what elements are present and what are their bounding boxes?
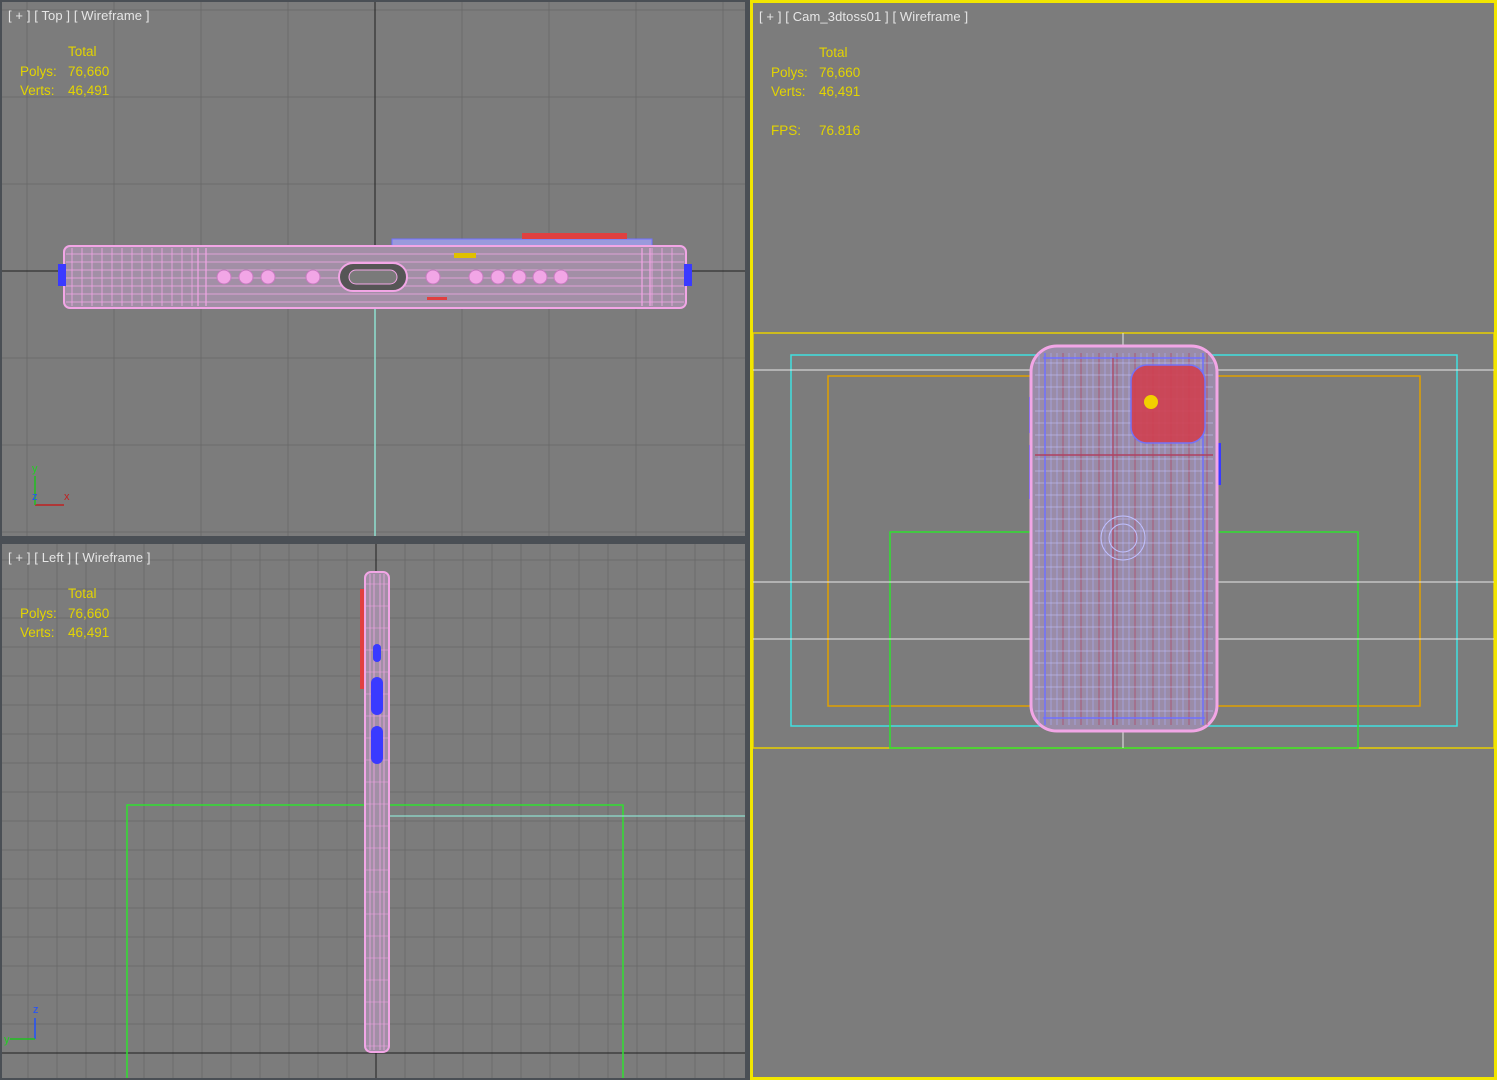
antenna-marker — [454, 253, 476, 258]
statistics-overlay: Total Polys: 76,660 Verts: 46,491 — [20, 584, 109, 643]
viewport-label[interactable]: [ + ] [ Top ] [ Wireframe ] — [8, 8, 150, 23]
svg-text:y: y — [32, 463, 38, 475]
svg-text:y: y — [4, 1034, 10, 1046]
camera-module — [1130, 364, 1206, 444]
polys-value: 76,660 — [68, 63, 110, 79]
stats-header: Total — [819, 45, 848, 60]
verts-value: 46,491 — [68, 625, 110, 640]
stats-header: Total — [68, 586, 97, 601]
mute-switch — [373, 644, 381, 662]
polys-label: Polys: — [771, 64, 808, 80]
axis-gizmo: y z x — [32, 463, 70, 506]
verts-label: Verts: — [20, 83, 55, 98]
viewport-menu-plus[interactable]: [ + ] — [759, 9, 782, 24]
viewport-point-of-view[interactable]: [ Left ] — [34, 550, 71, 565]
side-button-left — [58, 264, 66, 286]
usb-port-inner — [348, 269, 398, 285]
viewport-top[interactable]: y z x [ + ] [ Top ] [ Wireframe ] Total … — [2, 2, 745, 536]
viewport-menu-plus[interactable]: [ + ] — [8, 550, 31, 565]
axis-gizmo: z y — [4, 1004, 39, 1046]
stats-header: Total — [68, 44, 97, 59]
polys-value: 76,660 — [68, 605, 110, 621]
volume-up-button — [371, 677, 383, 715]
viewport-point-of-view[interactable]: [ Top ] — [34, 8, 70, 23]
viewport-camera-active[interactable]: [ + ] [ Cam_3dtoss01 ] [ Wireframe ] Tot… — [750, 0, 1497, 1080]
volume-down-button — [371, 726, 383, 764]
verts-value: 46,491 — [819, 84, 861, 99]
fps-label: FPS: — [771, 122, 802, 138]
viewport-label[interactable]: [ + ] [ Left ] [ Wireframe ] — [8, 550, 151, 565]
camera-bump — [522, 233, 627, 239]
viewport-left[interactable]: z y [ + ] [ Left ] [ Wireframe ] Total P… — [2, 544, 745, 1078]
camera-flash — [1144, 395, 1158, 409]
statistics-overlay: Total Polys: 76,660 Verts: 46,491 FPS: 76.8… — [771, 43, 860, 140]
viewport-shading-mode[interactable]: [ Wireframe ] — [74, 8, 150, 23]
verts-label: Verts: — [20, 625, 55, 640]
polys-label: Polys: — [20, 63, 57, 79]
viewport-label[interactable]: [ + ] [ Cam_3dtoss01 ] [ Wireframe ] — [759, 9, 968, 24]
polys-label: Polys: — [20, 605, 57, 621]
svg-text:x: x — [64, 491, 70, 503]
phone-model-left[interactable] — [360, 571, 390, 1053]
verts-label: Verts: — [771, 84, 806, 99]
left-wireframe-canvas: z y — [2, 544, 745, 1078]
bottom-marker — [427, 297, 447, 300]
viewport-shading-mode[interactable]: [ Wireframe ] — [892, 9, 968, 24]
polys-value: 76,660 — [819, 64, 861, 80]
viewport-shading-mode[interactable]: [ Wireframe ] — [75, 550, 151, 565]
svg-text:z: z — [33, 1004, 39, 1016]
phone-model-back[interactable] — [1029, 344, 1221, 733]
fps-value: 76.816 — [819, 122, 861, 138]
top-wireframe-canvas: y z x — [2, 2, 745, 536]
svg-text:z: z — [32, 491, 38, 503]
verts-value: 46,491 — [68, 83, 110, 98]
camera-wireframe-canvas — [753, 332, 1494, 749]
viewport-menu-plus[interactable]: [ + ] — [8, 8, 31, 23]
viewport-point-of-view[interactable]: [ Cam_3dtoss01 ] — [785, 9, 889, 24]
side-button-right — [684, 264, 692, 286]
statistics-overlay: Total Polys: 76,660 Verts: 46,491 — [20, 42, 109, 101]
